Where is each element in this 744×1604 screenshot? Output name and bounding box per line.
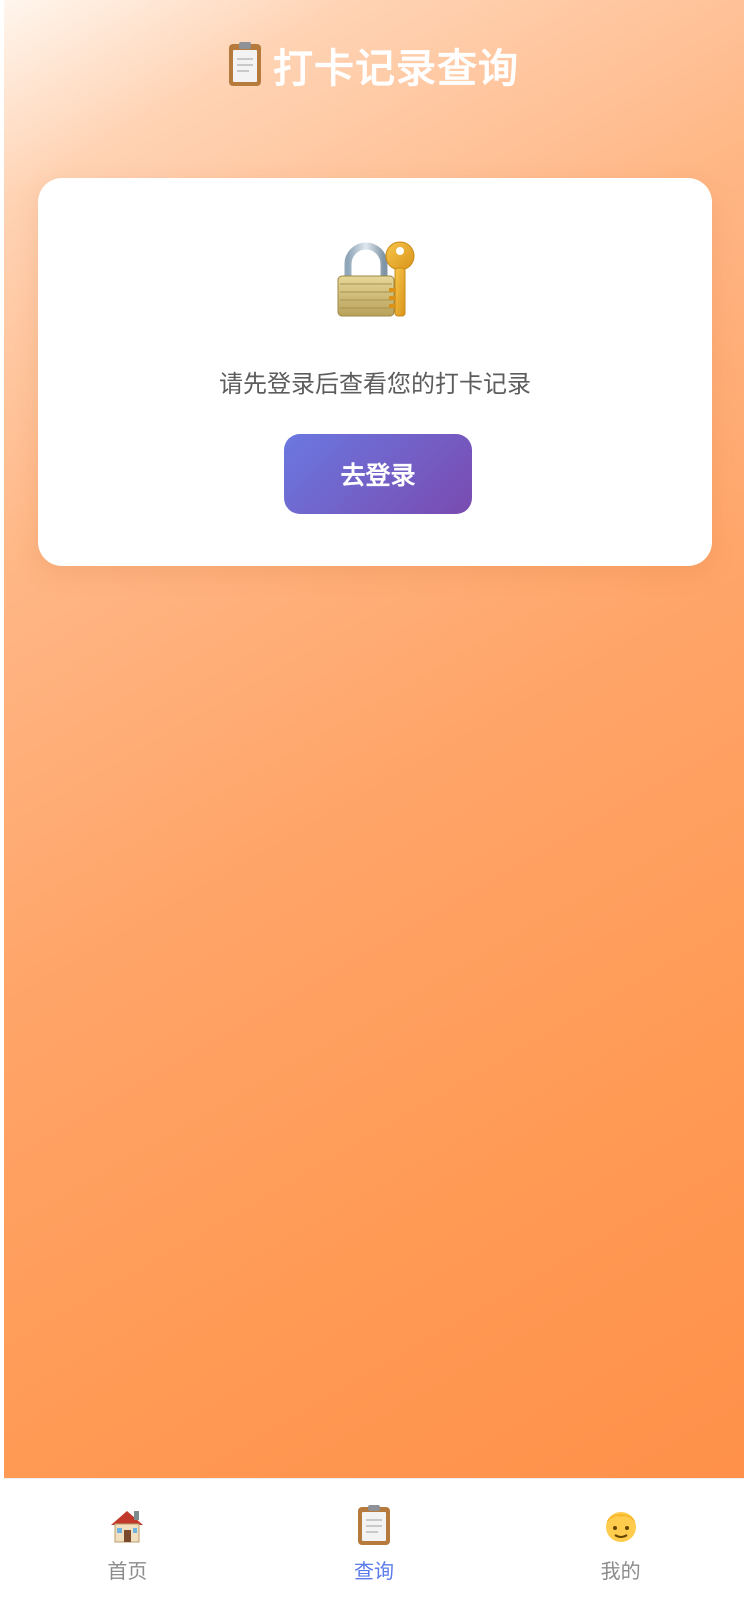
tab-label-home: 首页	[107, 1559, 148, 1583]
lock-with-key-icon	[337, 241, 415, 317]
tab-home[interactable]: 首页	[4, 1479, 251, 1604]
tab-mine[interactable]: 我的	[497, 1479, 744, 1604]
tab-query[interactable]: 查询	[251, 1479, 498, 1604]
tab-label-mine: 我的	[600, 1559, 641, 1583]
tab-label-query: 查询	[354, 1559, 394, 1583]
house-icon	[111, 1511, 144, 1543]
clipboard-icon	[229, 42, 261, 86]
login-notice-text: 请先登录后查看您的打卡记录	[219, 370, 531, 398]
go-login-button[interactable]: 去登录	[284, 434, 472, 514]
page-header: 打卡记录查询	[4, 36, 744, 94]
user-icon	[605, 1512, 636, 1542]
page-title: 打卡记录查询	[273, 46, 519, 92]
clipboard-icon	[354, 1505, 394, 1545]
bottom-tab-bar: 首页 查询 我的	[4, 1478, 744, 1604]
login-prompt-card: 请先登录后查看您的打卡记录 去登录	[38, 178, 712, 566]
app-screen: 打卡记录查询 请先登录后查看您的打卡记录 去登录 首页 查询 我的	[4, 0, 744, 1604]
